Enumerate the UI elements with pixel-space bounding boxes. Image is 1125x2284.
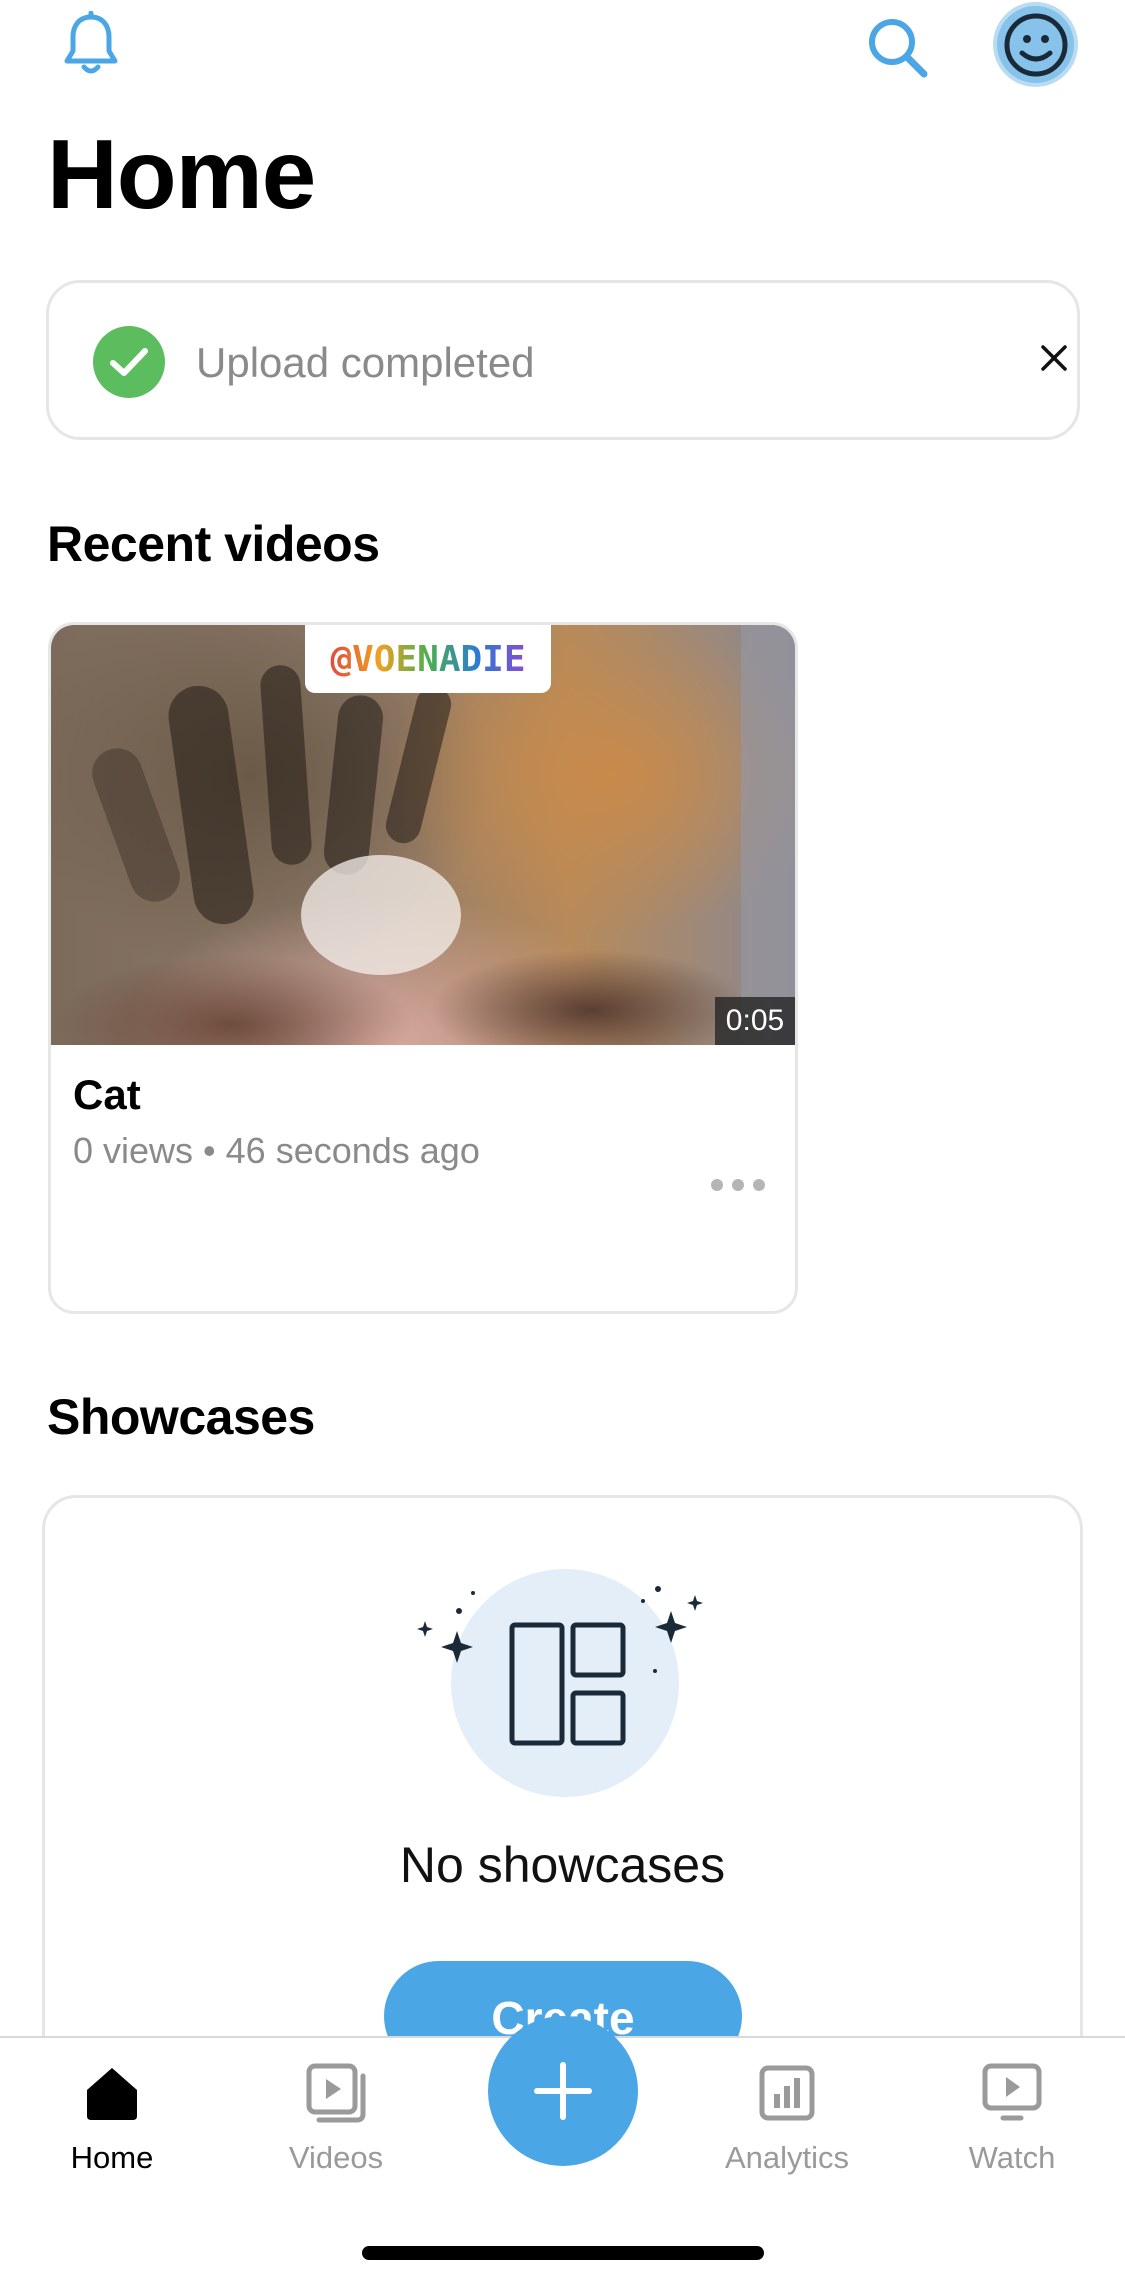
video-card[interactable]: @VOENADIE 0:05 Cat 0 views • 46 seconds … bbox=[48, 622, 798, 1314]
banner-message: Upload completed bbox=[196, 339, 535, 386]
close-icon[interactable] bbox=[1019, 323, 1089, 393]
avatar[interactable] bbox=[993, 2, 1078, 87]
search-icon[interactable] bbox=[858, 8, 938, 88]
tab-home-label: Home bbox=[70, 2140, 154, 2175]
page-title: Home bbox=[47, 119, 316, 229]
tab-videos[interactable]: Videos bbox=[236, 2058, 436, 2208]
more-dots-icon[interactable] bbox=[698, 1165, 778, 1205]
home-screen: Home Upload completed Recent videos @VOE… bbox=[0, 0, 1125, 2284]
home-icon bbox=[77, 2058, 147, 2128]
tab-watch[interactable]: Watch bbox=[912, 2058, 1112, 2208]
bell-icon[interactable] bbox=[55, 8, 127, 80]
avatar-face-icon bbox=[1004, 13, 1067, 76]
thumbnail-watermark: @VOENADIE bbox=[305, 625, 551, 693]
layout-grid-sparkle-icon bbox=[417, 1569, 703, 1797]
analytics-icon bbox=[752, 2058, 822, 2128]
tab-analytics[interactable]: Analytics bbox=[687, 2058, 887, 2208]
duration-badge: 0:05 bbox=[715, 997, 795, 1045]
tab-watch-label: Watch bbox=[968, 2140, 1056, 2175]
add-upload-button[interactable] bbox=[488, 2016, 638, 2166]
tab-analytics-label: Analytics bbox=[724, 2140, 850, 2175]
watch-icon bbox=[977, 2058, 1047, 2128]
video-thumbnail[interactable]: @VOENADIE 0:05 bbox=[51, 625, 795, 1045]
home-indicator bbox=[362, 2246, 764, 2260]
video-title: Cat bbox=[73, 1071, 141, 1118]
recent-videos-heading: Recent videos bbox=[47, 516, 380, 572]
upload-status-banner: Upload completed bbox=[46, 280, 1080, 440]
tab-home[interactable]: Home bbox=[12, 2058, 212, 2208]
plus-icon bbox=[534, 2062, 592, 2120]
video-meta: 0 views • 46 seconds ago bbox=[73, 1130, 480, 1171]
videos-icon bbox=[301, 2058, 371, 2128]
empty-state-text: No showcases bbox=[399, 1837, 726, 1893]
tab-videos-label: Videos bbox=[288, 2140, 384, 2175]
showcases-heading: Showcases bbox=[47, 1389, 315, 1445]
check-icon bbox=[93, 326, 165, 398]
